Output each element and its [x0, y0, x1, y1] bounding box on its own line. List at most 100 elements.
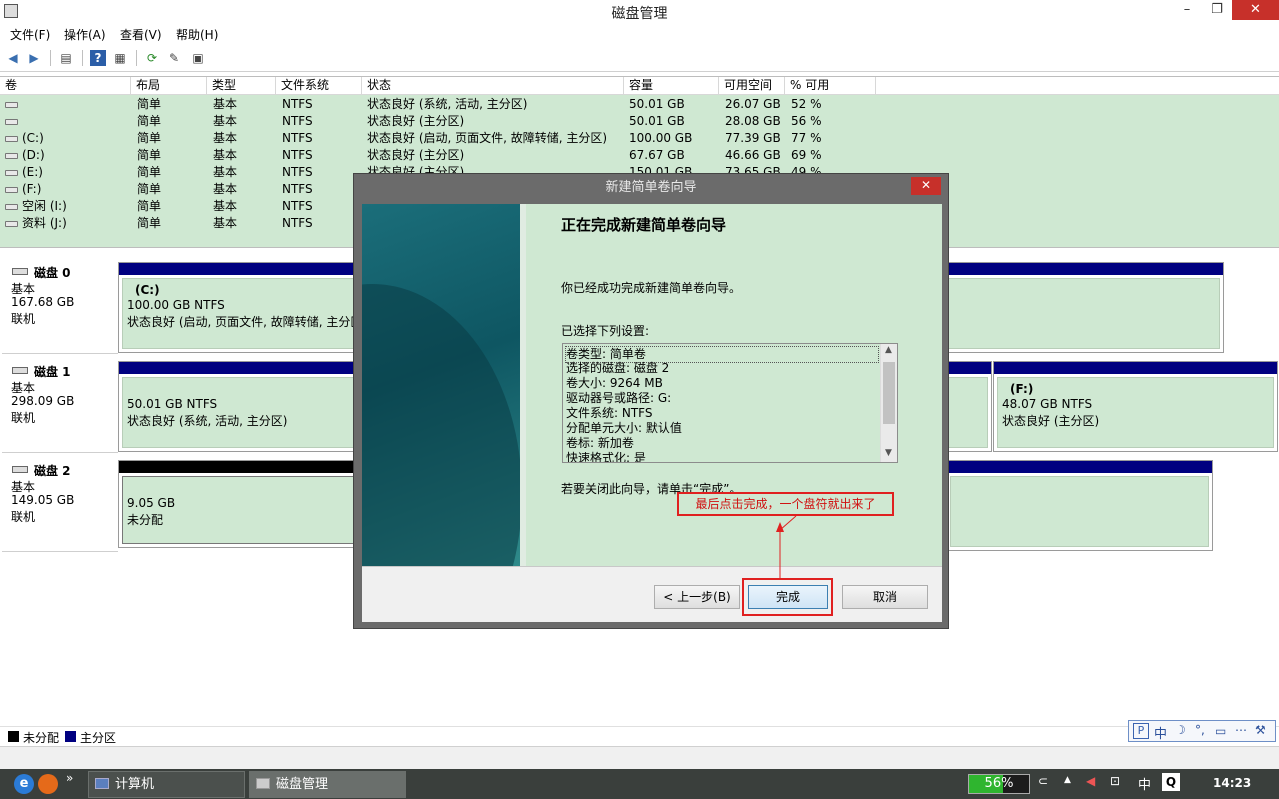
- partition-status: 状态良好 (主分区): [1002, 414, 1100, 428]
- volume-cell-name: (F:): [22, 182, 42, 196]
- minimize-button[interactable]: –: [1172, 0, 1202, 22]
- partition-status: 状态良好 (启动, 页面文件, 故障转储, 主分区): [127, 315, 368, 329]
- punctuation-icon[interactable]: °,: [1195, 723, 1205, 737]
- forward-icon[interactable]: ▶: [26, 50, 42, 66]
- column-percent-free[interactable]: % 可用: [785, 77, 876, 95]
- partition-f[interactable]: (F:) 48.07 GB NTFS 状态良好 (主分区): [993, 361, 1278, 452]
- firefox-icon[interactable]: [38, 774, 58, 794]
- battery-meter[interactable]: 56%: [968, 774, 1030, 794]
- internet-explorer-icon[interactable]: e: [14, 774, 34, 794]
- partition-title: (F:): [1010, 382, 1034, 396]
- volume-muted-icon[interactable]: ◀: [1086, 774, 1095, 788]
- volume-row[interactable]: 简单 基本 NTFS 状态良好 (主分区) 50.01 GB 28.08 GB 56 %: [0, 113, 1279, 130]
- primary-partition-bar: [994, 362, 1277, 374]
- volume-row[interactable]: 简单 基本 NTFS 状态良好 (系统, 活动, 主分区) 50.01 GB 26.07 …: [0, 96, 1279, 113]
- scroll-up-icon[interactable]: ▲: [885, 345, 892, 355]
- close-button[interactable]: ✕: [1232, 0, 1279, 20]
- disk-2-label[interactable]: 磁盘 2 基本 149.05 GB 联机: [2, 456, 118, 552]
- volume-cell-status: 状态良好 (启动, 页面文件, 故障转储, 主分区): [367, 131, 608, 145]
- back-icon[interactable]: ◀: [5, 50, 21, 66]
- column-filesystem[interactable]: 文件系统: [276, 77, 362, 95]
- export-icon[interactable]: ✎: [166, 50, 182, 66]
- taskbar-disk-management[interactable]: 磁盘管理: [249, 771, 406, 798]
- title-bar: 磁盘管理 – ❐ ✕: [0, 0, 1279, 24]
- properties-icon[interactable]: ▦: [112, 50, 128, 66]
- dialog-close-button[interactable]: ✕: [911, 177, 941, 195]
- partition-disk2-right[interactable]: [946, 460, 1213, 551]
- clock[interactable]: 14:23: [1213, 776, 1251, 790]
- volume-cell-type: 基本: [213, 97, 238, 111]
- volume-row[interactable]: (C:) 简单 基本 NTFS 状态良好 (启动, 页面文件, 故障转储, 主分区) 10…: [0, 130, 1279, 147]
- volume-cell-capacity: 67.67 GB: [629, 148, 685, 162]
- cancel-button[interactable]: 取消: [842, 585, 928, 609]
- properties-list-icon[interactable]: ▣: [190, 50, 206, 66]
- half-width-icon[interactable]: ☽: [1175, 723, 1186, 737]
- disk-name: 磁盘 1: [34, 365, 71, 379]
- volume-row[interactable]: (D:) 简单 基本 NTFS 状态良好 (主分区) 67.67 GB 46.66 GB 69…: [0, 147, 1279, 164]
- column-status[interactable]: 状态: [362, 77, 624, 95]
- volume-cell-fs: NTFS: [282, 97, 313, 111]
- partition-size: 9.05 GB: [127, 496, 176, 510]
- volume-cell-fs: NTFS: [282, 131, 313, 145]
- qq-icon[interactable]: Q: [1162, 773, 1180, 791]
- new-simple-volume-wizard: 新建简单卷向导 ✕ 正在完成新建简单卷向导 你已经成功完成新建简单卷向导。 已选…: [353, 173, 949, 629]
- ime-toolbar[interactable]: P 中 ☽ °, ▭ ⋯ ⚒: [1128, 720, 1276, 742]
- menu-view[interactable]: 查看(V): [120, 26, 162, 43]
- quick-launch-overflow-icon[interactable]: »: [66, 771, 73, 785]
- toolbar: ◀ ▶ ▤ ? ▦ ⟳ ✎ ▣: [0, 44, 1279, 72]
- show-hide-console-tree-icon[interactable]: ▤: [58, 50, 74, 66]
- status-bar: [0, 746, 1279, 769]
- volume-cell-free: 77.39 GB: [725, 131, 781, 145]
- volume-cell-capacity: 50.01 GB: [629, 97, 685, 111]
- disk-1-label[interactable]: 磁盘 1 基本 298.09 GB 联机: [2, 357, 118, 453]
- toolbar-separator: [136, 50, 137, 66]
- volume-cell-name: 空闲 (I:): [22, 199, 67, 213]
- volume-list-header: 卷 布局 类型 文件系统 状态 容量 可用空间 % 可用: [0, 77, 1279, 95]
- power-plug-icon[interactable]: ⊂: [1038, 774, 1048, 788]
- menu-help[interactable]: 帮助(H): [176, 26, 218, 43]
- restore-button[interactable]: ❐: [1202, 0, 1232, 22]
- window-title: 磁盘管理: [611, 6, 668, 22]
- refresh-icon[interactable]: ⟳: [144, 50, 160, 66]
- tools-icon[interactable]: ⋯: [1235, 723, 1247, 737]
- back-button[interactable]: < 上一步(B): [654, 585, 740, 609]
- menu-action[interactable]: 操作(A): [64, 26, 106, 43]
- show-hidden-icons-icon[interactable]: ▲: [1064, 775, 1071, 785]
- dialog-title: 新建简单卷向导: [605, 180, 697, 195]
- scroll-thumb[interactable]: [883, 362, 895, 424]
- menu-file[interactable]: 文件(F): [10, 26, 50, 43]
- help-icon[interactable]: ?: [90, 50, 106, 66]
- finish-highlight-box: [742, 578, 833, 616]
- partition-unallocated[interactable]: 9.05 GB 未分配: [118, 460, 358, 548]
- setting-line: 卷标: 新加卷: [566, 436, 634, 450]
- scroll-down-icon[interactable]: ▼: [885, 448, 892, 458]
- disk-size: 298.09 GB: [11, 394, 75, 408]
- volume-cell-type: 基本: [213, 165, 238, 179]
- column-type[interactable]: 类型: [207, 77, 276, 95]
- volume-cell-type: 基本: [213, 114, 238, 128]
- keyboard-icon[interactable]: ▭: [1215, 724, 1226, 738]
- volume-cell-name: (C:): [22, 131, 44, 145]
- column-capacity[interactable]: 容量: [624, 77, 719, 95]
- setting-line: 快速格式化: 是: [566, 451, 646, 463]
- ime-indicator[interactable]: 中: [1138, 774, 1151, 793]
- volume-cell-name: 资料 (J:): [22, 216, 67, 230]
- column-layout[interactable]: 布局: [131, 77, 207, 95]
- ime-mode[interactable]: 中: [1154, 723, 1167, 742]
- taskbar-computer[interactable]: 计算机: [88, 771, 245, 798]
- ime-logo-icon[interactable]: P: [1133, 723, 1149, 739]
- disk-state: 联机: [11, 510, 36, 524]
- network-icon[interactable]: ⊡: [1110, 774, 1120, 788]
- column-volume[interactable]: 卷: [0, 77, 131, 95]
- setting-line: 卷大小: 9264 MB: [566, 376, 663, 390]
- column-free-space[interactable]: 可用空间: [719, 77, 785, 95]
- volume-cell-pct: 52 %: [791, 97, 822, 111]
- disk-0-label[interactable]: 磁盘 0 基本 167.68 GB 联机: [2, 258, 118, 354]
- settings-summary-box[interactable]: 卷类型: 简单卷 选择的磁盘: 磁盘 2 卷大小: 9264 MB 驱动器号或路…: [562, 343, 898, 463]
- volume-icon: [5, 153, 18, 159]
- settings-scrollbar[interactable]: ▲ ▼: [880, 344, 897, 462]
- volume-cell-status: 状态良好 (系统, 活动, 主分区): [367, 97, 528, 111]
- disk-icon: [12, 367, 28, 374]
- volume-cell-pct: 56 %: [791, 114, 822, 128]
- settings-icon[interactable]: ⚒: [1255, 723, 1266, 737]
